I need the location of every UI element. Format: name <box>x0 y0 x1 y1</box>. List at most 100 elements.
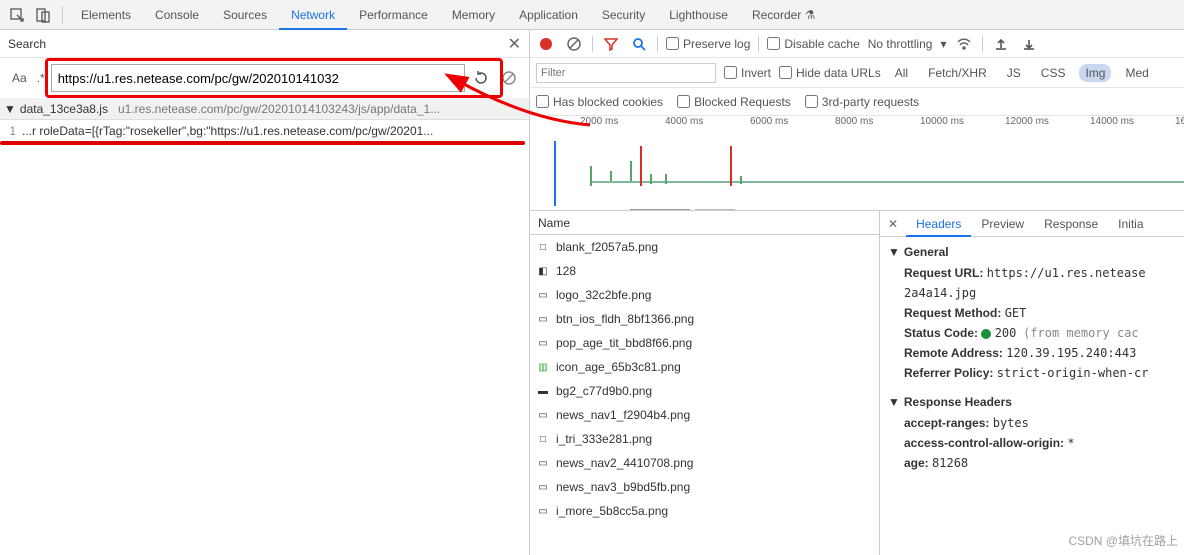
request-row[interactable]: ▬ bg2_c77d9b0.png <box>530 379 879 403</box>
file-name-label: news_nav2_4410708.png <box>556 456 693 470</box>
request-row[interactable]: ▭ news_nav2_4410708.png <box>530 451 879 475</box>
time-tick: 12000 ms <box>1005 116 1049 127</box>
tab-console[interactable]: Console <box>143 0 211 30</box>
wifi-icon[interactable] <box>954 34 974 54</box>
request-row[interactable]: □blank_f2057a5.png <box>530 235 879 259</box>
refresh-icon[interactable] <box>469 66 493 90</box>
tab-initiator[interactable]: Initia <box>1108 211 1153 237</box>
close-icon[interactable]: ✕ <box>508 34 521 54</box>
file-path: u1.res.netease.com/pc/gw/20201014103243/… <box>118 102 529 116</box>
file-type-icon: ▭ <box>536 336 550 350</box>
file-name-label: bg2_c77d9b0.png <box>556 384 652 398</box>
file-name-label: news_nav1_f2904b4.png <box>556 408 690 422</box>
file-type-icon: ▭ <box>536 456 550 470</box>
hide-data-urls-checkbox[interactable]: Hide data URLs <box>779 66 881 80</box>
file-type-icon: ▭ <box>536 408 550 422</box>
time-tick: 8000 ms <box>835 116 873 127</box>
time-tick: 16 <box>1175 116 1184 127</box>
general-section[interactable]: ▼General <box>880 241 1184 263</box>
third-party-checkbox[interactable]: 3rd-party requests <box>805 95 919 109</box>
tab-lighthouse[interactable]: Lighthouse <box>657 0 740 30</box>
file-type-icon: ▥ <box>536 360 550 374</box>
has-blocked-cookies-checkbox[interactable]: Has blocked cookies <box>536 95 663 109</box>
tab-headers[interactable]: Headers <box>906 211 971 237</box>
search-result-row[interactable]: 1 ...r roleData=[{rTag:"rosekeller",bg:"… <box>0 120 529 142</box>
result-text: ...r roleData=[{rTag:"rosekeller",bg:"ht… <box>22 124 525 138</box>
file-name-label: icon_age_65b3c81.png <box>556 360 681 374</box>
request-row[interactable]: □i_tri_333e281.png <box>530 427 879 451</box>
status-code: Status Code: 200 (from memory cac <box>880 323 1184 343</box>
search-result-file[interactable]: ▼ data_13ce3a8.js u1.res.netease.com/pc/… <box>0 98 529 120</box>
file-type-icon: ▭ <box>536 480 550 494</box>
request-row[interactable]: ▭ btn_ios_fldh_8bf1366.png <box>530 307 879 331</box>
tab-performance[interactable]: Performance <box>347 0 440 30</box>
network-timeline[interactable]: 2000 ms4000 ms6000 ms8000 ms10000 ms1200… <box>530 116 1184 211</box>
throttling-select[interactable]: No throttling <box>868 37 933 51</box>
referrer-policy: Referrer Policy: strict-origin-when-cr <box>880 363 1184 383</box>
request-row[interactable]: ▭i_more_5b8cc5a.png <box>530 499 879 523</box>
device-toggle-icon[interactable] <box>30 2 56 28</box>
search-title: Search <box>8 37 508 51</box>
download-icon[interactable] <box>1019 34 1039 54</box>
request-row[interactable]: ◧128 <box>530 259 879 283</box>
filter-media[interactable]: Med <box>1119 64 1154 82</box>
file-type-icon: ▭ <box>536 312 550 326</box>
name-column-header[interactable]: Name <box>530 211 879 235</box>
file-name-label: i_tri_333e281.png <box>556 432 652 446</box>
clear-network-icon[interactable] <box>564 34 584 54</box>
tab-security[interactable]: Security <box>590 0 657 30</box>
request-url: Request URL: https://u1.res.netease <box>880 263 1184 283</box>
accept-ranges: accept-ranges: bytes <box>880 413 1184 433</box>
filter-all[interactable]: All <box>889 64 914 82</box>
file-name-label: logo_32c2bfe.png <box>556 288 651 302</box>
filter-img[interactable]: Img <box>1079 64 1111 82</box>
disable-cache-checkbox[interactable]: Disable cache <box>767 37 859 51</box>
filter-css[interactable]: CSS <box>1035 64 1072 82</box>
preserve-log-checkbox[interactable]: Preserve log <box>666 37 750 51</box>
request-row[interactable]: ▭ pop_age_tit_bbd8f66.png <box>530 331 879 355</box>
filter-icon[interactable] <box>601 34 621 54</box>
network-filter-input[interactable] <box>536 63 716 83</box>
tab-memory[interactable]: Memory <box>440 0 507 30</box>
request-list[interactable]: □blank_f2057a5.png◧128▭logo_32c2bfe.png▭… <box>530 235 879 555</box>
filter-js[interactable]: JS <box>1001 64 1027 82</box>
invert-checkbox[interactable]: Invert <box>724 66 771 80</box>
disclosure-triangle-icon: ▼ <box>0 102 20 116</box>
tab-elements[interactable]: Elements <box>69 0 143 30</box>
regex-toggle[interactable]: .* <box>31 71 51 85</box>
filter-fetch-xhr[interactable]: Fetch/XHR <box>922 64 993 82</box>
match-case-toggle[interactable]: Aa <box>8 71 31 85</box>
search-icon[interactable] <box>629 34 649 54</box>
chevron-down-icon: ▾ <box>940 37 946 51</box>
file-type-icon: ◧ <box>536 264 550 278</box>
time-tick: 14000 ms <box>1090 116 1134 127</box>
request-row[interactable]: ▭ news_nav1_f2904b4.png <box>530 403 879 427</box>
blocked-requests-checkbox[interactable]: Blocked Requests <box>677 95 791 109</box>
response-headers-section[interactable]: ▼Response Headers <box>880 391 1184 413</box>
tab-recorder[interactable]: Recorder ⚗ <box>740 0 827 30</box>
upload-icon[interactable] <box>991 34 1011 54</box>
file-name-label: pop_age_tit_bbd8f66.png <box>556 336 692 350</box>
watermark: CSDN @填坑在路上 <box>1068 532 1178 549</box>
time-tick: 10000 ms <box>920 116 964 127</box>
clear-icon[interactable] <box>497 66 521 90</box>
search-input[interactable] <box>51 64 465 92</box>
request-row[interactable]: ▭logo_32c2bfe.png <box>530 283 879 307</box>
tab-application[interactable]: Application <box>507 0 590 30</box>
tab-sources[interactable]: Sources <box>211 0 279 30</box>
file-name-label: news_nav3_b9bd5fb.png <box>556 480 690 494</box>
file-type-icon: ▬ <box>536 384 550 398</box>
tab-network[interactable]: Network <box>279 0 347 30</box>
time-tick: 4000 ms <box>665 116 703 127</box>
file-name: data_13ce3a8.js <box>20 102 118 116</box>
request-row[interactable]: ▥ icon_age_65b3c81.png <box>530 355 879 379</box>
tab-response[interactable]: Response <box>1034 211 1108 237</box>
request-method: Request Method: GET <box>880 303 1184 323</box>
inspect-icon[interactable] <box>4 2 30 28</box>
close-details-icon[interactable]: ✕ <box>880 217 906 231</box>
annotation-underline <box>0 141 525 145</box>
tab-preview[interactable]: Preview <box>971 211 1034 237</box>
record-button[interactable] <box>536 34 556 54</box>
file-name-label: btn_ios_fldh_8bf1366.png <box>556 312 694 326</box>
request-row[interactable]: ▭ news_nav3_b9bd5fb.png <box>530 475 879 499</box>
